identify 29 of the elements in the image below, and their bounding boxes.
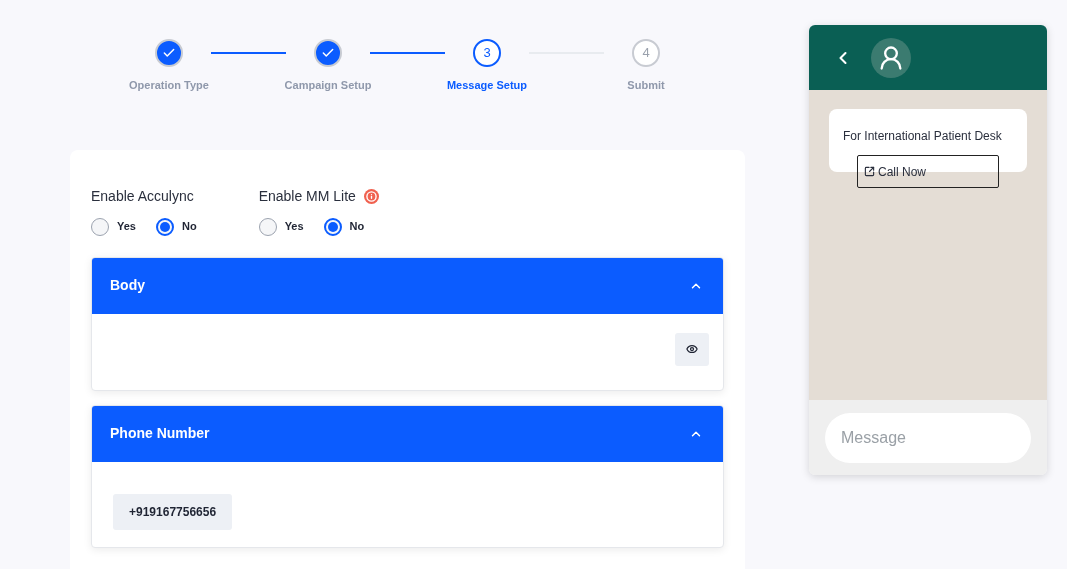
step-label: Operation Type [129,78,209,93]
step-number: 4 [642,44,650,63]
step-label: Submit [627,78,665,93]
preview-button[interactable] [675,332,709,366]
radio-button[interactable] [258,217,277,236]
section-title: Phone Number [110,424,210,443]
radio-button[interactable] [155,217,174,236]
call-now-button[interactable]: Call Now [857,155,999,188]
step-number: 3 [483,44,491,63]
step-label: Campaign Setup [284,78,372,93]
check-icon [321,46,335,60]
eye-icon [686,343,698,355]
section-title: Body [110,276,145,295]
radio-button[interactable] [91,217,109,236]
step-label: Message Setup [446,78,528,93]
radio-label: Yes [284,219,304,235]
accordion-header[interactable]: Body [92,257,723,314]
field-label: Enable MM Lite [258,187,356,206]
accordion-header[interactable]: Phone Number [92,405,723,462]
check-icon [162,46,176,60]
external-link-icon [864,166,875,177]
message-input[interactable]: Message [825,412,1031,463]
radio-label: No [349,219,365,235]
radio-label: No [181,219,197,235]
field-label: Enable Acculync [91,187,194,206]
radio-label: Yes [117,219,136,235]
radio-button[interactable] [323,217,342,236]
message-text: For International Patient Desk [843,129,1002,143]
phone-number-chip: +919167756656 [113,493,233,530]
